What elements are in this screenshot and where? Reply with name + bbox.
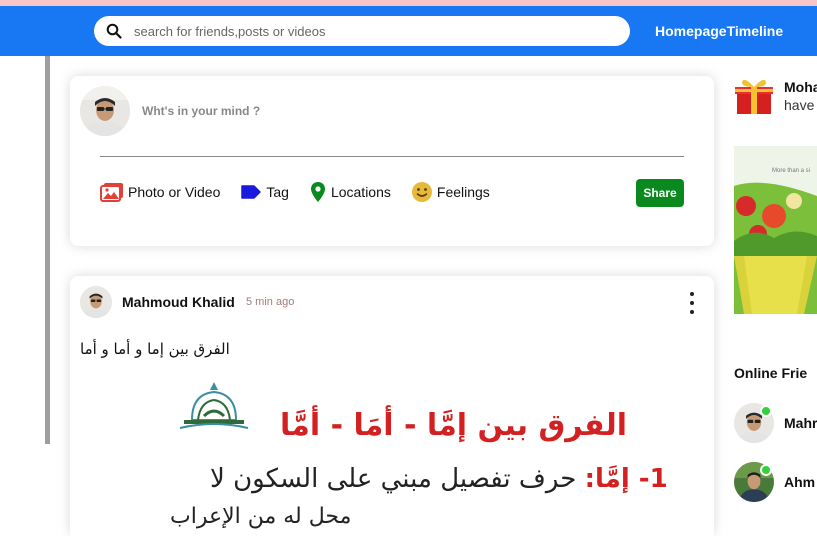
share-card: Photo or Video Tag Locations Feelings Sh… — [70, 76, 714, 246]
top-links: Homepage Timeline — [655, 23, 783, 39]
photo-video-option[interactable]: Photo or Video — [100, 182, 220, 202]
post-author-name[interactable]: Mahmoud Khalid — [122, 294, 235, 310]
ad-image[interactable]: More than a si — [734, 146, 817, 314]
post-card: Mahmoud Khalid 5 min ago الفرق بين إما و… — [70, 276, 714, 536]
sidebar-scrollbar[interactable] — [45, 56, 50, 444]
image-line-1: 1- إمَّا: حرف تفصيل مبني على السكون لا — [210, 464, 668, 494]
left-sidebar — [0, 56, 46, 522]
post-timestamp: 5 min ago — [246, 296, 295, 308]
friend-name: Ahm — [784, 474, 816, 490]
online-friend-item[interactable]: Mahr — [734, 403, 817, 443]
gift-icon — [734, 76, 774, 116]
emoji-icon — [411, 181, 433, 203]
friend-name: Mahr — [784, 415, 817, 431]
birthday-text: have — [784, 97, 815, 113]
online-status-dot — [760, 464, 772, 476]
post-text: الفرق بين إما و أما و أما — [80, 340, 230, 358]
search-icon[interactable] — [94, 23, 134, 39]
share-button[interactable]: Share — [636, 179, 684, 207]
timeline-link[interactable]: Timeline — [727, 23, 784, 39]
image-title: الفرق بين إمَّا - أمَا - أمَّا — [280, 408, 628, 443]
location-icon — [309, 181, 327, 203]
search-input[interactable] — [134, 23, 604, 39]
share-options: Photo or Video Tag Locations Feelings — [100, 181, 510, 203]
locations-option[interactable]: Locations — [309, 181, 391, 203]
tag-label: Tag — [266, 184, 289, 200]
locations-label: Locations — [330, 184, 391, 200]
post-options-icon[interactable] — [684, 292, 700, 314]
top-bar: Homepage Timeline — [0, 6, 817, 56]
image-line-1-text: حرف تفصيل مبني على السكون لا — [210, 464, 577, 494]
photo-video-label: Photo or Video — [128, 184, 221, 200]
feelings-label: Feelings — [436, 184, 490, 200]
status-input[interactable] — [142, 104, 442, 118]
birthday-name: Moha — [784, 79, 817, 95]
online-friend-item[interactable]: Ahm — [734, 462, 817, 502]
homepage-link[interactable]: Homepage — [655, 23, 727, 39]
online-friends-title: Online Frie — [734, 365, 808, 381]
post-image[interactable]: الفرق بين إمَّا - أمَا - أمَّا 1- إمَّا:… — [70, 372, 714, 536]
image-line-2: محل له من الإعراب — [170, 504, 352, 529]
feelings-option[interactable]: Feelings — [411, 181, 490, 203]
share-divider — [100, 156, 684, 157]
tag-option[interactable]: Tag — [240, 184, 289, 200]
academy-logo-icon — [178, 380, 250, 450]
search-bar[interactable] — [94, 16, 630, 46]
ad-caption: More than a si — [772, 168, 811, 174]
post-author-avatar[interactable] — [80, 286, 112, 318]
online-status-dot — [760, 405, 772, 417]
user-avatar[interactable] — [80, 86, 130, 136]
photo-icon — [100, 182, 124, 202]
tag-icon — [240, 184, 262, 200]
image-line-1-number: 1- إمَّا: — [584, 464, 668, 494]
